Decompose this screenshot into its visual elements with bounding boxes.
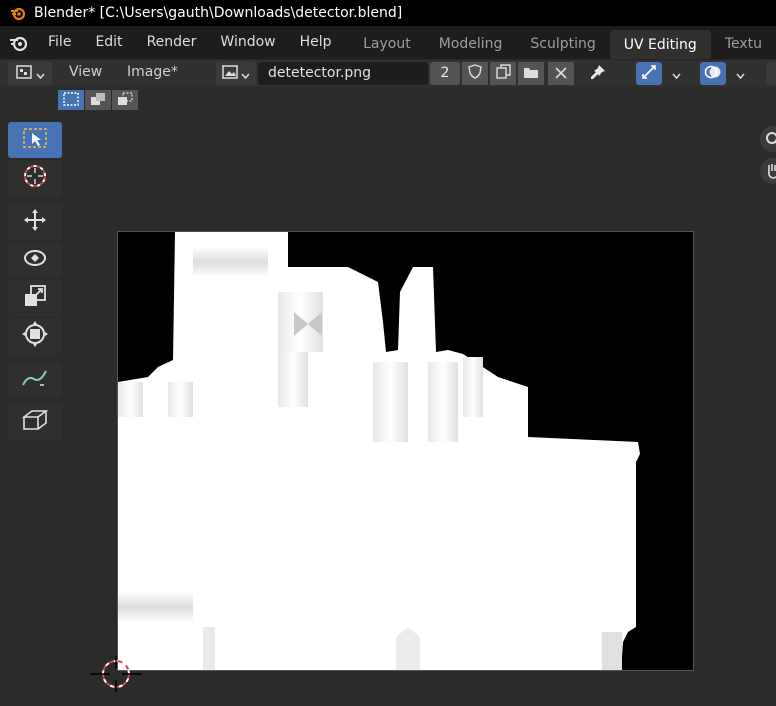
- scale-icon: [22, 283, 48, 313]
- new-image-button[interactable]: [490, 62, 516, 85]
- select-subtract-icon: [117, 91, 133, 110]
- pin-image-button[interactable]: [584, 62, 612, 85]
- chevron-down-icon: [35, 64, 45, 83]
- transform-icon: [21, 320, 49, 352]
- grab-icon: [20, 407, 50, 437]
- overlays-toggle-button[interactable]: [700, 62, 726, 85]
- image-icon: [222, 64, 238, 83]
- menu-help[interactable]: Help: [288, 26, 344, 59]
- move-tool[interactable]: [8, 204, 62, 240]
- 2d-cursor[interactable]: [88, 646, 144, 702]
- tab-modeling[interactable]: Modeling: [425, 26, 517, 59]
- transform-tool[interactable]: [8, 318, 62, 354]
- select-set-icon: [63, 91, 79, 110]
- shield-icon: [468, 64, 482, 83]
- menu-render[interactable]: Render: [135, 26, 209, 59]
- uv-sync-dropdown[interactable]: [664, 62, 688, 85]
- hand-icon: [765, 162, 776, 184]
- uv-image-canvas[interactable]: [117, 231, 694, 671]
- overlays-icon: [704, 64, 722, 83]
- image-editor-header: View Image* detetector.png 2: [0, 59, 776, 87]
- overlays-dropdown[interactable]: [728, 62, 752, 85]
- open-image-button[interactable]: [518, 62, 544, 85]
- image-name-field[interactable]: detetector.png: [258, 62, 428, 85]
- blender-logo-icon: [10, 5, 26, 21]
- zoom-view-button[interactable]: [760, 126, 776, 152]
- annotate-tool[interactable]: [8, 362, 62, 398]
- rotate-tool[interactable]: [8, 242, 62, 278]
- browse-image-dropdown[interactable]: [216, 62, 256, 85]
- cursor-tool[interactable]: [8, 160, 62, 196]
- window-title: Blender* [C:\Users\gauth\Downloads\detec…: [34, 5, 403, 21]
- cursor-icon: [88, 656, 144, 706]
- pin-icon: [590, 64, 606, 84]
- chevron-down-icon: [735, 64, 745, 83]
- editor-type-dropdown[interactable]: [8, 62, 52, 85]
- unlink-image-button[interactable]: [548, 62, 574, 85]
- uv-sync-selection-button[interactable]: [636, 62, 662, 85]
- header-overflow[interactable]: [766, 62, 776, 85]
- move-icon: [21, 206, 49, 238]
- title-bar: Blender* [C:\Users\gauth\Downloads\detec…: [0, 0, 776, 26]
- pan-view-button[interactable]: [760, 158, 776, 184]
- magnifier-icon: [764, 130, 776, 152]
- image-user-count[interactable]: 2: [430, 62, 460, 85]
- tab-sculpting[interactable]: Sculpting: [516, 26, 609, 59]
- blender-menu-icon[interactable]: [8, 33, 30, 53]
- view-menu[interactable]: View: [69, 64, 102, 80]
- menu-bar: File Edit Render Window Help Layout Mode…: [0, 26, 776, 59]
- tab-texture-paint[interactable]: Textu: [711, 26, 776, 59]
- rotate-icon: [21, 244, 49, 276]
- uv-editor-icon: [15, 64, 32, 83]
- selection-mode-group: [58, 90, 139, 110]
- scale-tool[interactable]: [8, 280, 62, 316]
- grab-tool[interactable]: [8, 404, 62, 440]
- duplicate-icon: [495, 64, 511, 83]
- menu-file[interactable]: File: [36, 26, 83, 59]
- tab-uv-editing[interactable]: UV Editing: [609, 30, 711, 59]
- select-box-tool[interactable]: [8, 122, 62, 158]
- annotate-icon: [20, 365, 50, 395]
- select-extend-icon: [90, 91, 106, 110]
- uv-sync-icon: [641, 64, 657, 84]
- chevron-down-icon: [241, 64, 250, 83]
- image-texture: [118, 232, 693, 670]
- close-icon: [555, 64, 567, 83]
- cursor-icon: [21, 162, 49, 194]
- tab-layout[interactable]: Layout: [349, 26, 425, 59]
- chevron-down-icon: [671, 64, 681, 83]
- menu-edit[interactable]: Edit: [83, 26, 134, 59]
- select-new-button[interactable]: [58, 90, 84, 110]
- folder-icon: [523, 64, 539, 83]
- select-extend-button[interactable]: [85, 90, 111, 110]
- menu-window[interactable]: Window: [208, 26, 287, 59]
- image-menu[interactable]: Image*: [127, 64, 178, 80]
- select-box-icon: [22, 127, 48, 153]
- fake-user-button[interactable]: [462, 62, 488, 85]
- select-subtract-button[interactable]: [112, 90, 138, 110]
